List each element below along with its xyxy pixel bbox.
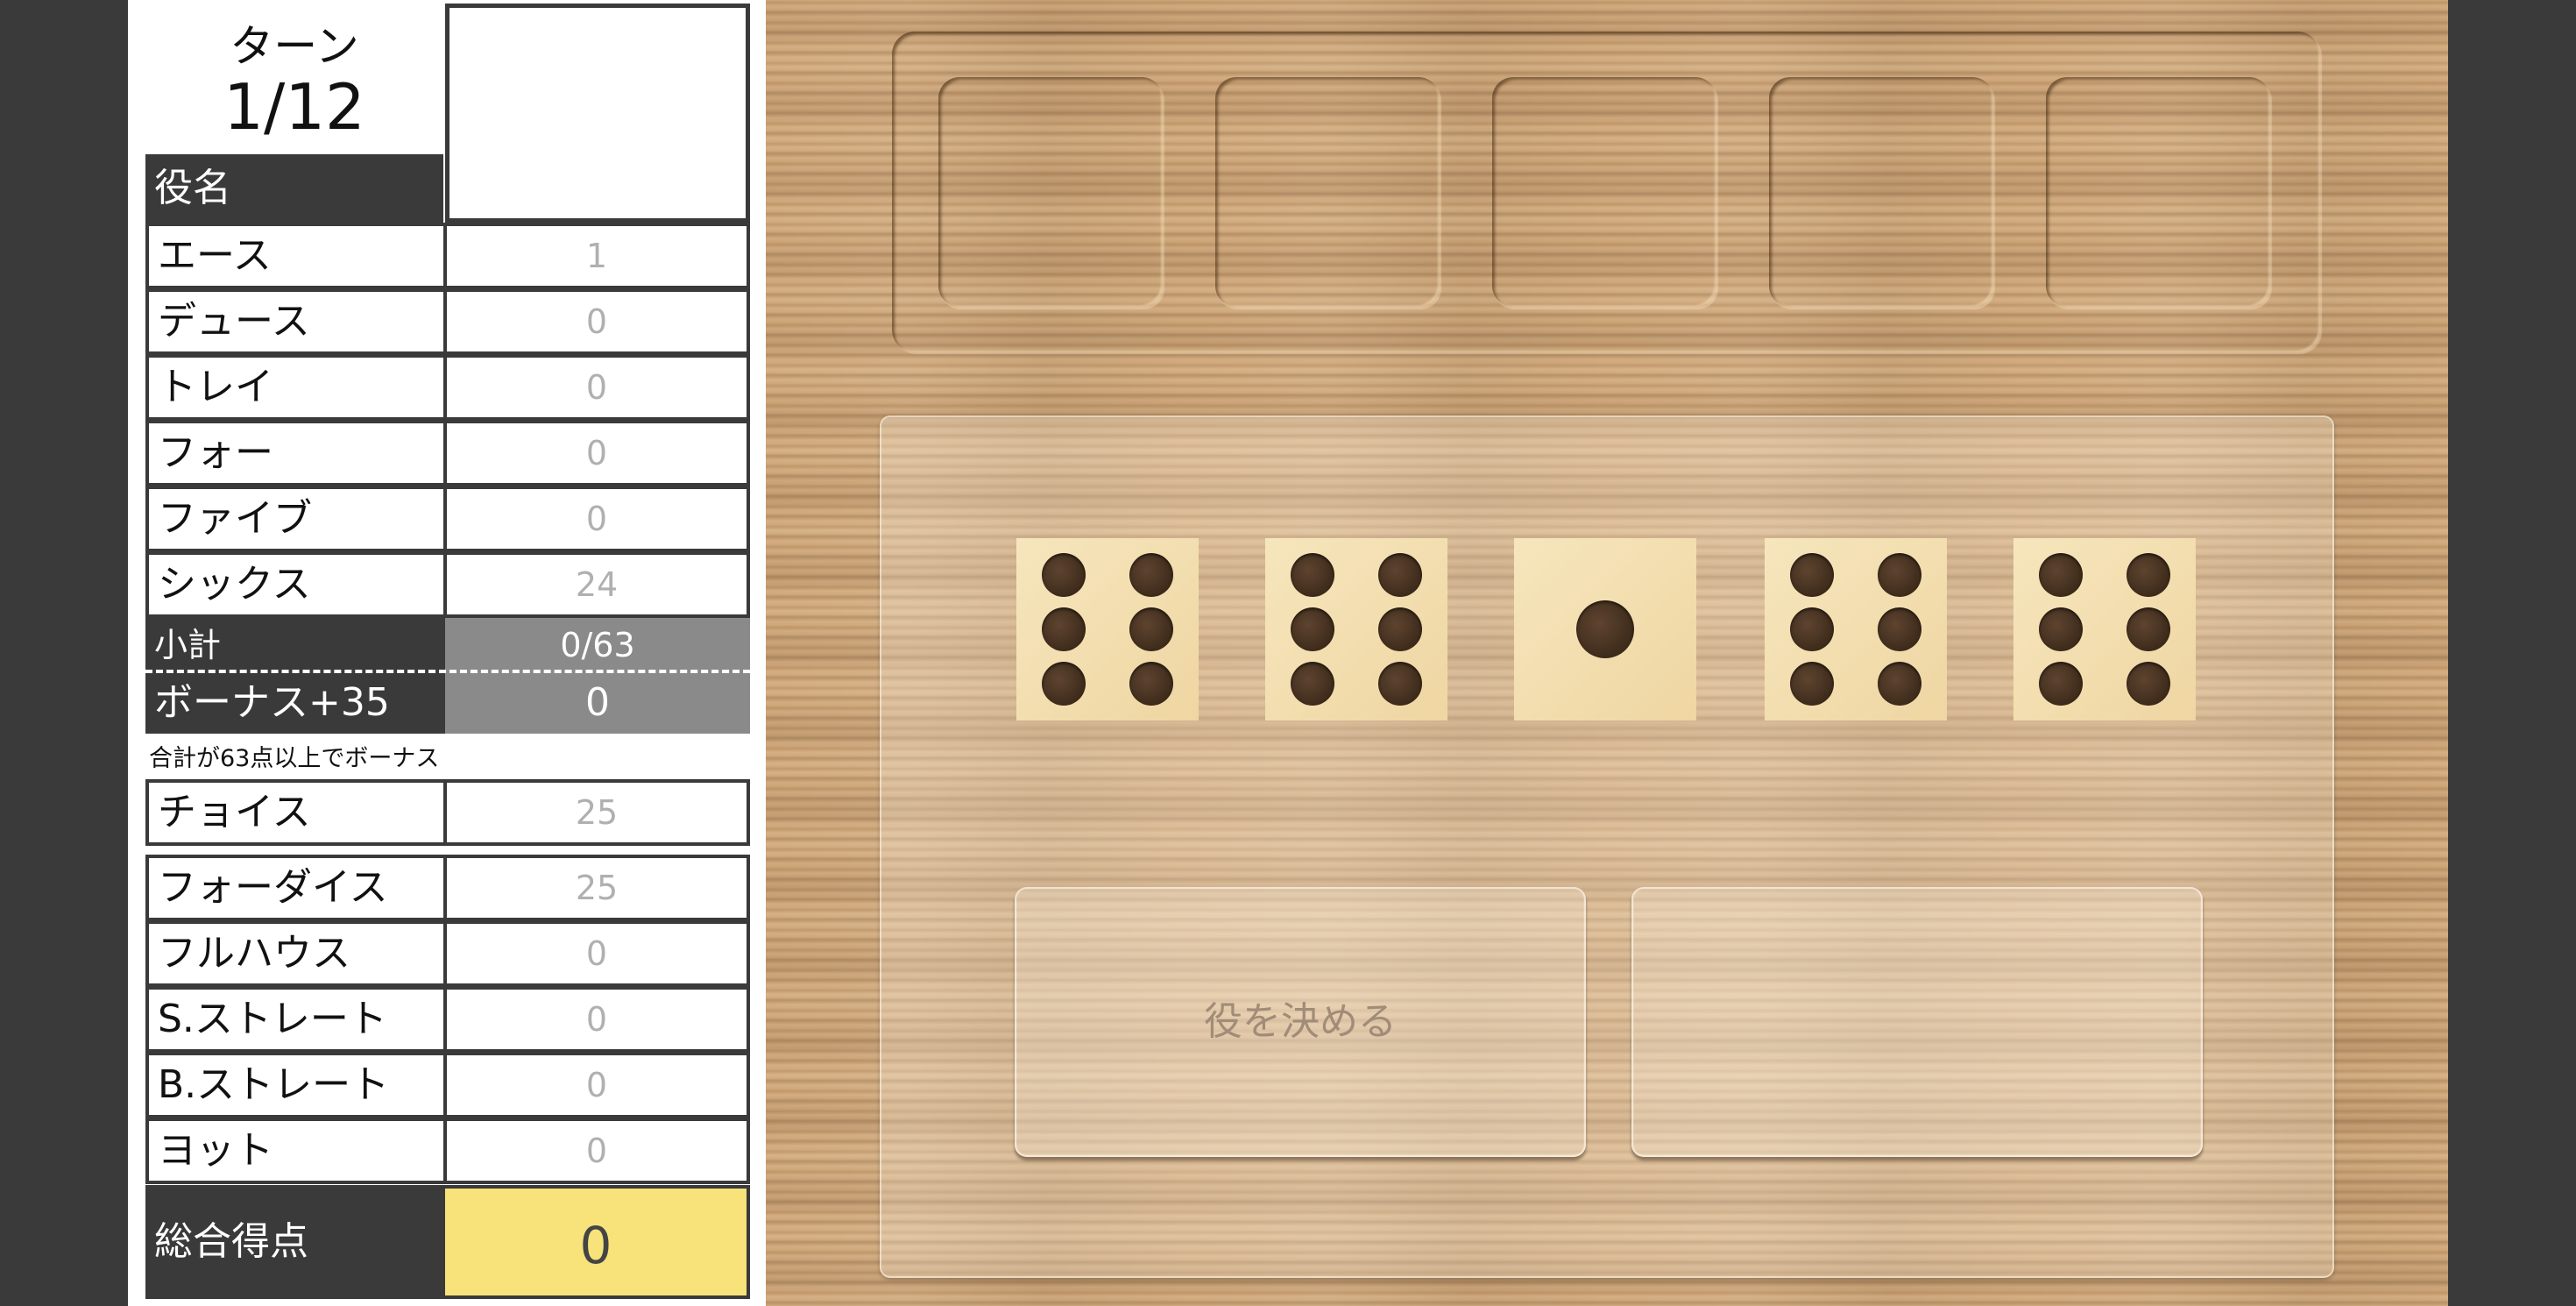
score-sheet: ターン 1/12 役名 エース 1 デュース 0 トレイ 0 フォー 0 ファイ…	[128, 0, 766, 1306]
bonus-value: 0	[445, 672, 750, 734]
die-pip	[1042, 607, 1086, 651]
current-player-box	[445, 4, 750, 223]
total-score: 0	[445, 1185, 750, 1299]
die-pip	[1129, 662, 1173, 706]
score-cell-four-dice[interactable]: 25	[443, 855, 750, 921]
bonus-label: ボーナス+35	[145, 672, 445, 734]
die-pip	[1877, 662, 1921, 706]
score-cell-sixes[interactable]: 24	[443, 551, 750, 618]
die[interactable]	[1765, 538, 1947, 720]
right-frame	[2448, 0, 2576, 1306]
subtotal-value: 0/63	[445, 618, 750, 672]
held-die-slot[interactable]	[2046, 77, 2270, 307]
score-cell-choice[interactable]: 25	[443, 779, 750, 846]
held-die-slot[interactable]	[1215, 77, 1440, 307]
die[interactable]	[1265, 538, 1447, 720]
bonus-note: 合計が63点以上でボーナス	[149, 745, 440, 772]
subtotal-divider	[145, 670, 750, 673]
die-pip	[2126, 662, 2170, 706]
die-pip	[1042, 552, 1086, 597]
score-cell-big-straight[interactable]: 0	[443, 1052, 750, 1118]
die-pip	[2039, 552, 2084, 597]
score-cell-yacht[interactable]: 0	[443, 1118, 750, 1184]
score-cell-full-house[interactable]: 0	[443, 920, 750, 987]
turn-label: ターン	[230, 21, 359, 72]
die-pip	[1790, 662, 1835, 706]
die-pip	[1877, 607, 1921, 651]
held-die-slot[interactable]	[1492, 77, 1716, 307]
score-cell-small-straight[interactable]: 0	[443, 986, 750, 1053]
die-pip	[2126, 552, 2170, 597]
category-name: チョイス	[145, 779, 445, 846]
category-name: ヨット	[145, 1118, 445, 1184]
left-frame	[0, 0, 128, 1306]
decide-category-button[interactable]: 役を決める	[1015, 887, 1586, 1157]
category-header: 役名	[145, 154, 443, 223]
die-pip	[1377, 662, 1422, 706]
die-pip	[2039, 607, 2084, 651]
category-name: フォー	[145, 420, 445, 486]
score-cell-deuces[interactable]: 0	[443, 288, 750, 355]
subtotal-label: 小計	[145, 618, 445, 672]
die-pip	[1377, 552, 1422, 597]
die-pip	[1576, 600, 1634, 658]
total-label: 総合得点	[145, 1185, 445, 1299]
score-cell-fives[interactable]: 0	[443, 486, 750, 552]
score-cell-aces[interactable]: 1	[443, 223, 750, 289]
turn-counter: 1/12	[223, 70, 365, 144]
die-pip	[1790, 607, 1835, 651]
die-pip	[1291, 662, 1335, 706]
score-cell-fours[interactable]: 0	[443, 420, 750, 486]
die-pip	[1877, 552, 1921, 597]
die-pip	[1042, 662, 1086, 706]
game-board: 役を決める	[766, 0, 2448, 1306]
die-pip	[2126, 607, 2170, 651]
roll-button[interactable]	[1631, 887, 2203, 1157]
die-pip	[1129, 552, 1173, 597]
die[interactable]	[1514, 538, 1696, 720]
die-pip	[1790, 552, 1835, 597]
turn-indicator: ターン 1/12	[145, 4, 443, 153]
die-pip	[1129, 607, 1173, 651]
die-pip	[1377, 607, 1422, 651]
category-name: B.ストレート	[145, 1052, 445, 1118]
die-pip	[1291, 552, 1335, 597]
category-name: フォーダイス	[145, 855, 445, 921]
category-name: エース	[145, 223, 445, 289]
category-name: フルハウス	[145, 920, 445, 987]
held-die-slot[interactable]	[1769, 77, 1993, 307]
category-name: S.ストレート	[145, 986, 445, 1053]
die[interactable]	[1016, 538, 1199, 720]
category-name: シックス	[145, 551, 445, 618]
die-pip	[1291, 607, 1335, 651]
die-pip	[2039, 662, 2084, 706]
category-name: ファイブ	[145, 486, 445, 552]
score-cell-treys[interactable]: 0	[443, 354, 750, 421]
category-name: デュース	[145, 288, 445, 355]
category-name: トレイ	[145, 354, 445, 421]
held-die-slot[interactable]	[938, 77, 1163, 307]
die[interactable]	[2013, 538, 2196, 720]
